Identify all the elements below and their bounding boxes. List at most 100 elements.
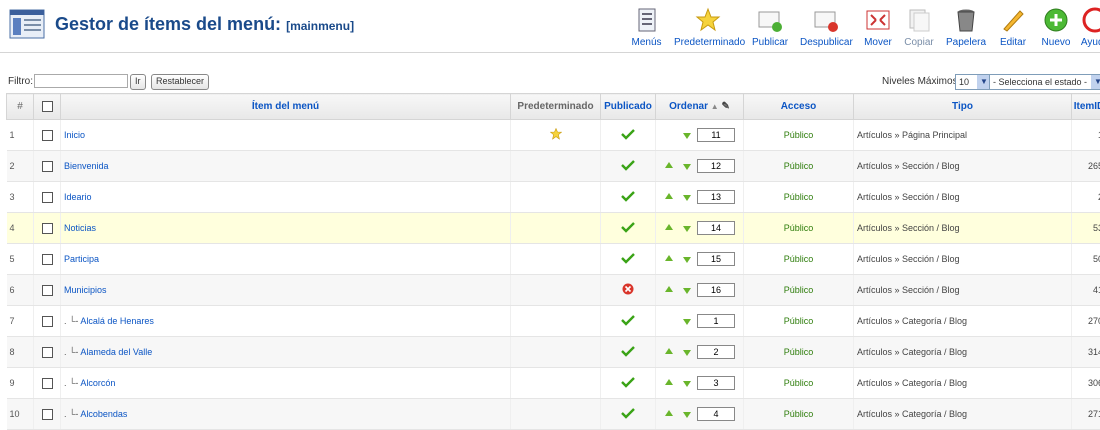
menu-item-link[interactable]: Noticias: [64, 223, 96, 233]
menu-item-name[interactable]: . └- Alameda del Valle: [61, 337, 511, 368]
move-up-icon[interactable]: [665, 193, 673, 199]
move-up-icon[interactable]: [665, 162, 673, 168]
row-checkbox[interactable]: [42, 223, 53, 234]
toolbar-predeterminado-button[interactable]: Predeterminado: [674, 4, 741, 50]
move-down-icon[interactable]: [683, 195, 691, 201]
select-all-checkbox[interactable]: [42, 101, 53, 112]
access-level[interactable]: Público: [744, 275, 854, 306]
default-star-icon[interactable]: [550, 128, 562, 140]
menu-item-link[interactable]: Alcobendas: [80, 409, 127, 419]
menu-item-name[interactable]: . └- Alcalá de Henares: [61, 306, 511, 337]
toolbar-mens-button[interactable]: Menús: [630, 4, 663, 50]
toolbar-ayuda-button[interactable]: Ayuda: [1080, 4, 1100, 50]
order-input[interactable]: [697, 314, 735, 328]
menu-item-link[interactable]: Ideario: [64, 192, 92, 202]
move-up-icon[interactable]: [665, 379, 673, 385]
go-button[interactable]: Ir: [130, 74, 146, 90]
menu-item-link[interactable]: Bienvenida: [64, 161, 109, 171]
toolbar-nuevo-button[interactable]: Nuevo: [1040, 4, 1072, 50]
row-checkbox[interactable]: [42, 316, 53, 327]
row-checkbox[interactable]: [42, 347, 53, 358]
toolbar-publicar-button[interactable]: Publicar: [752, 4, 788, 50]
menu-item-link[interactable]: Alcorcón: [80, 378, 115, 388]
col-itemid[interactable]: ItemID: [1072, 94, 1100, 120]
menu-item-link[interactable]: Alameda del Valle: [80, 347, 152, 357]
row-select[interactable]: [34, 213, 61, 244]
access-level[interactable]: Público: [744, 151, 854, 182]
order-input[interactable]: [697, 128, 735, 142]
move-down-icon[interactable]: [683, 226, 691, 232]
access-level[interactable]: Público: [744, 213, 854, 244]
max-levels-select[interactable]: 10▼: [955, 74, 992, 90]
row-checkbox[interactable]: [42, 192, 53, 203]
move-up-icon[interactable]: [665, 286, 673, 292]
toolbar-papelera-button[interactable]: Papelera: [946, 4, 986, 50]
move-up-icon[interactable]: [665, 410, 673, 416]
published-check-icon[interactable]: [621, 159, 635, 171]
move-up-icon[interactable]: [665, 255, 673, 261]
access-level[interactable]: Público: [744, 368, 854, 399]
move-down-icon[interactable]: [683, 319, 691, 325]
published-check-icon[interactable]: [621, 190, 635, 202]
move-up-icon[interactable]: [665, 224, 673, 230]
row-select[interactable]: [34, 120, 61, 151]
order-input[interactable]: [697, 221, 735, 235]
row-select[interactable]: [34, 337, 61, 368]
row-select[interactable]: [34, 275, 61, 306]
col-published[interactable]: Publicado: [601, 94, 656, 120]
access-level[interactable]: Público: [744, 182, 854, 213]
menu-item-name[interactable]: Inicio: [61, 120, 511, 151]
published-check-icon[interactable]: [621, 407, 635, 419]
move-down-icon[interactable]: [683, 288, 691, 294]
menu-item-name[interactable]: Ideario: [61, 182, 511, 213]
move-down-icon[interactable]: [683, 412, 691, 418]
col-access[interactable]: Acceso: [744, 94, 854, 120]
menu-item-name[interactable]: Bienvenida: [61, 151, 511, 182]
access-level[interactable]: Público: [744, 306, 854, 337]
move-up-icon[interactable]: [665, 348, 673, 354]
order-input[interactable]: [697, 283, 735, 297]
published-check-icon[interactable]: [621, 252, 635, 264]
access-level[interactable]: Público: [744, 244, 854, 275]
access-level[interactable]: Público: [744, 337, 854, 368]
state-select[interactable]: - Selecciona el estado -▼: [989, 74, 1100, 90]
row-checkbox[interactable]: [42, 254, 53, 265]
toolbar-despublicar-button[interactable]: Despublicar: [800, 4, 852, 50]
row-checkbox[interactable]: [42, 130, 53, 141]
menu-item-link[interactable]: Alcalá de Henares: [80, 316, 154, 326]
move-down-icon[interactable]: [683, 164, 691, 170]
published-check-icon[interactable]: [621, 221, 635, 233]
menu-item-link[interactable]: Inicio: [64, 130, 85, 140]
move-down-icon[interactable]: [683, 381, 691, 387]
order-input[interactable]: [697, 345, 735, 359]
menu-item-name[interactable]: Municipios: [61, 275, 511, 306]
row-select[interactable]: [34, 151, 61, 182]
row-select[interactable]: [34, 244, 61, 275]
col-type[interactable]: Tipo: [854, 94, 1072, 120]
row-select[interactable]: [34, 368, 61, 399]
order-input[interactable]: [697, 252, 735, 266]
order-input[interactable]: [697, 376, 735, 390]
toolbar-editar-button[interactable]: Editar: [998, 4, 1028, 50]
row-checkbox[interactable]: [42, 378, 53, 389]
order-input[interactable]: [697, 190, 735, 204]
order-input[interactable]: [697, 407, 735, 421]
toolbar-copiar-button[interactable]: Copiar: [904, 4, 934, 50]
move-down-icon[interactable]: [683, 257, 691, 263]
col-order[interactable]: Ordenar ▲ ✎: [656, 94, 744, 120]
move-down-icon[interactable]: [683, 133, 691, 139]
save-order-icon[interactable]: ✎: [722, 101, 730, 112]
reset-button[interactable]: Restablecer: [151, 74, 209, 90]
row-checkbox[interactable]: [42, 161, 53, 172]
row-select[interactable]: [34, 306, 61, 337]
published-check-icon[interactable]: [621, 376, 635, 388]
menu-item-name[interactable]: Noticias: [61, 213, 511, 244]
menu-item-name[interactable]: Participa: [61, 244, 511, 275]
menu-item-link[interactable]: Participa: [64, 254, 99, 264]
col-select-all[interactable]: [34, 94, 61, 120]
row-select[interactable]: [34, 182, 61, 213]
published-check-icon[interactable]: [621, 128, 635, 140]
order-input[interactable]: [697, 159, 735, 173]
menu-item-link[interactable]: Municipios: [64, 285, 107, 295]
access-level[interactable]: Público: [744, 120, 854, 151]
